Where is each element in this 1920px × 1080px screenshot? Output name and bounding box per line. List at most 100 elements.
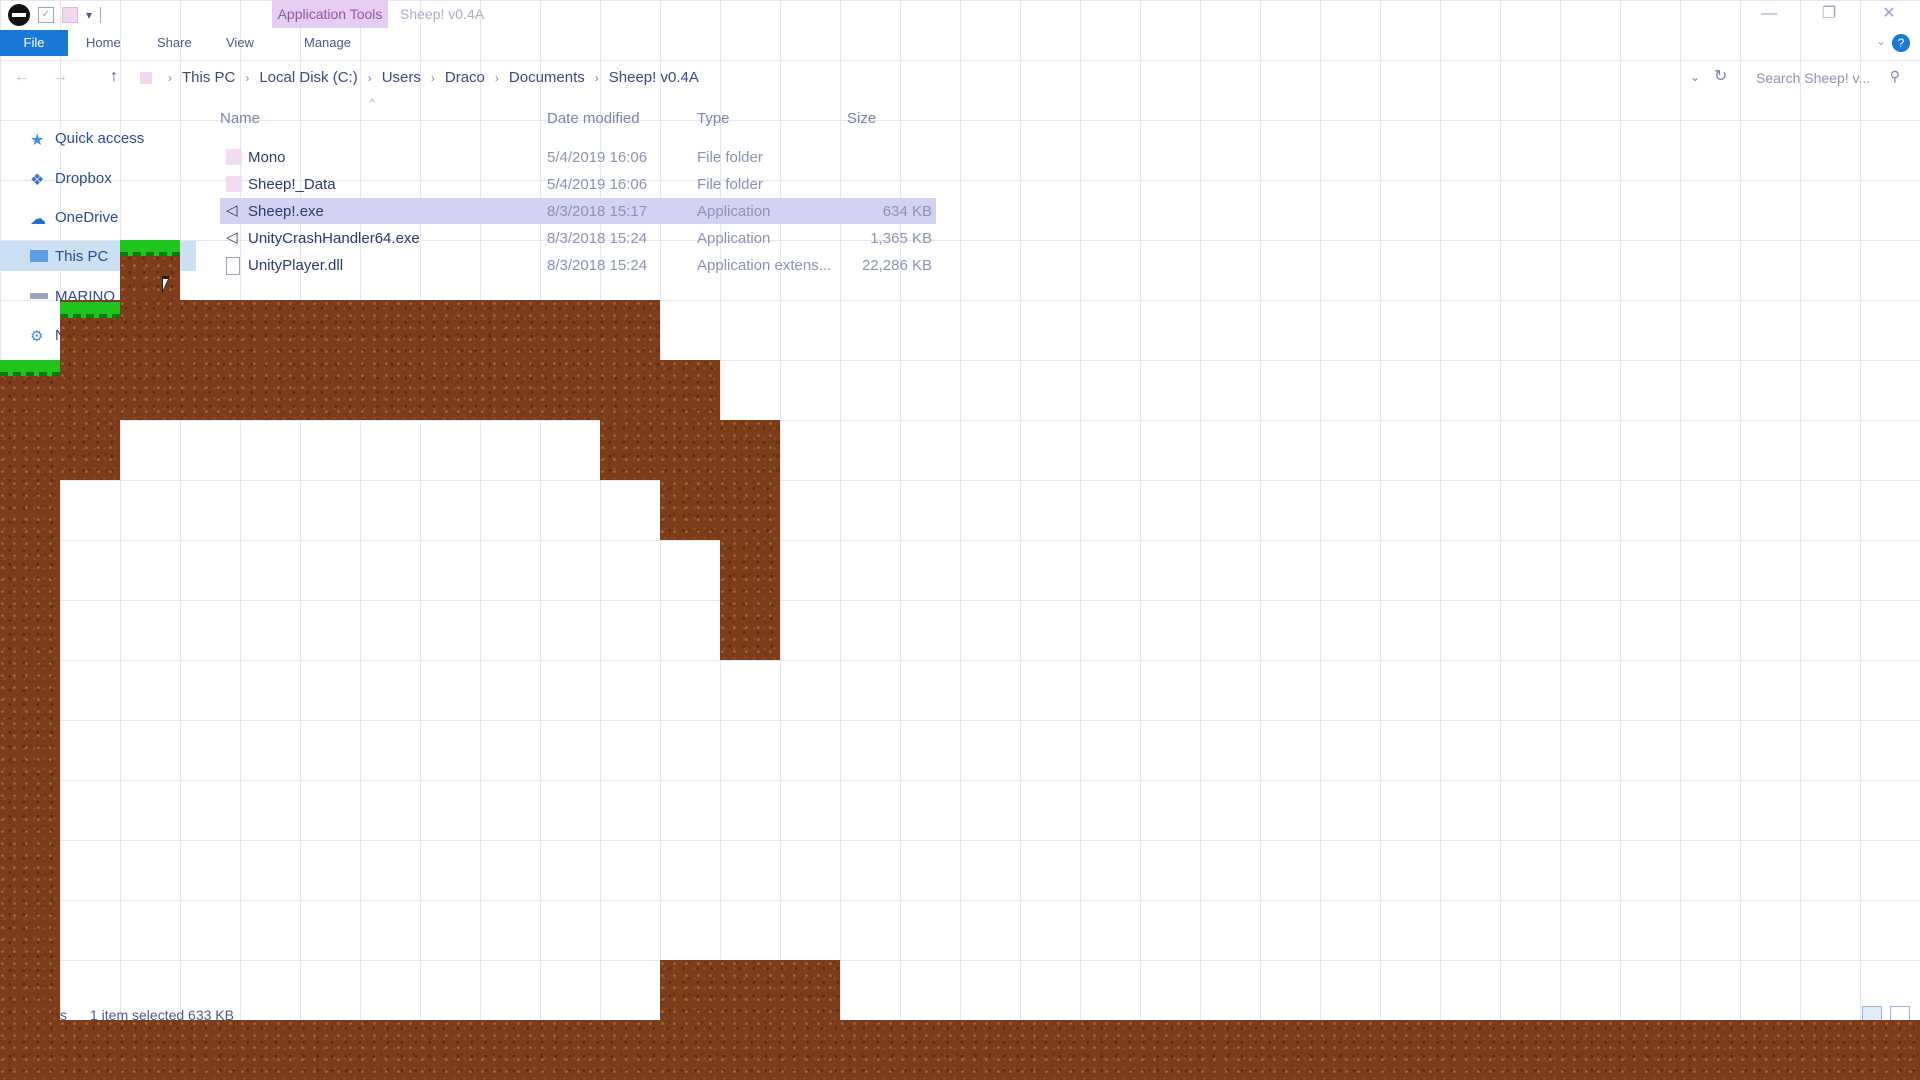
file-type: Application extens... [697, 257, 832, 274]
search-placeholder: Search Sheep! v... [1756, 70, 1871, 86]
file-type: Application [697, 230, 771, 247]
refresh-button[interactable]: ↻ [1714, 66, 1727, 86]
sort-indicator-icon: ^ [370, 98, 375, 109]
qat-dropdown-icon[interactable]: ▾ [86, 8, 92, 22]
folder-icon [226, 176, 242, 192]
details-view-button[interactable] [1862, 1006, 1882, 1024]
nav-item-label: N [55, 326, 66, 344]
breadcrumb-this-pc[interactable]: This PC [182, 69, 235, 86]
file-type: File folder [697, 149, 763, 166]
tab-share[interactable]: Share [143, 30, 206, 56]
column-headers: Name Date modified Type Size [220, 110, 940, 134]
new-folder-icon[interactable] [62, 7, 78, 23]
maximize-button[interactable]: ❐ [1806, 0, 1852, 28]
window-title: Sheep! v0.4A [400, 6, 485, 22]
file-row[interactable]: UnityPlayer.dll 8/3/2018 15:24 Applicati… [220, 252, 936, 278]
nav-item-onedrive[interactable]: ☁ OneDrive [0, 202, 196, 232]
nav-item-label: Quick access [55, 129, 145, 147]
file-size: 634 KB [882, 203, 932, 220]
breadcrumb-separator[interactable]: › [368, 71, 372, 85]
tab-manage[interactable]: Manage [290, 30, 365, 56]
properties-check-icon[interactable]: ✓ [38, 7, 54, 23]
back-button[interactable]: ← [14, 68, 30, 86]
file-date: 5/4/2019 16:06 [547, 176, 648, 193]
unity-app-icon: ◁ [226, 229, 238, 246]
breadcrumb-users[interactable]: Users [382, 69, 421, 86]
network-icon: ⚙ [30, 328, 44, 345]
file-name: UnityPlayer.dll [248, 257, 344, 274]
app-icon[interactable] [8, 4, 30, 26]
folder-icon [226, 149, 242, 165]
breadcrumb-separator[interactable]: › [495, 71, 499, 85]
breadcrumb-separator[interactable]: › [431, 71, 435, 85]
ribbon-tabs: File Home Share View Manage [0, 30, 1920, 56]
close-button[interactable]: ✕ [1866, 0, 1912, 28]
nav-item-label: MARINO [55, 287, 115, 305]
cloud-icon: ☁ [30, 211, 46, 228]
nav-item-label: This PC [55, 247, 109, 265]
nav-item-network[interactable]: ⚙ N [0, 320, 196, 350]
tab-home[interactable]: Home [72, 30, 135, 56]
file-size: 22,286 KB [861, 257, 932, 274]
file-row[interactable]: Mono 5/4/2019 16:06 File folder [220, 144, 936, 170]
search-input[interactable]: Search Sheep! v... ⚲ [1748, 64, 1906, 92]
column-header-date[interactable]: Date modified [547, 110, 640, 127]
quick-access-toolbar: ✓ ▾ [8, 4, 102, 26]
column-header-type[interactable]: Type [697, 110, 730, 127]
file-row[interactable]: Sheep!_Data 5/4/2019 16:06 File folder [220, 171, 936, 197]
search-icon: ⚲ [1889, 68, 1900, 84]
file-explorer-window: ✓ ▾ Application Tools Sheep! v0.4A — ❐ ✕… [0, 0, 1920, 1080]
file-row[interactable]: ◁ UnityCrashHandler64.exe 8/3/2018 15:24… [220, 225, 936, 251]
file-size: 1,365 KB [870, 230, 932, 247]
nav-item-label: Dropbox [55, 169, 112, 187]
status-bar: s 1 item selected 633 KB [0, 1002, 1920, 1028]
address-dropdown-icon[interactable]: ⌄ [1690, 70, 1700, 84]
file-name: UnityCrashHandler64.exe [248, 230, 420, 247]
unity-app-icon: ◁ [226, 202, 238, 219]
file-type: Application [697, 203, 771, 220]
breadcrumb-separator[interactable]: › [168, 71, 172, 85]
column-header-size[interactable]: Size [847, 110, 876, 127]
tab-file[interactable]: File [0, 30, 68, 56]
dropbox-icon: ❖ [30, 172, 45, 189]
help-icon[interactable]: ? [1892, 34, 1910, 52]
minimize-button[interactable]: — [1746, 0, 1792, 28]
file-name: Sheep!_Data [248, 176, 336, 193]
address-bar: ← → ↑ › This PC › Local Disk (C:) › User… [0, 62, 1920, 94]
file-date: 8/3/2018 15:24 [547, 230, 648, 247]
nav-item-dropbox[interactable]: ❖ Dropbox [0, 163, 196, 193]
breadcrumb-draco[interactable]: Draco [445, 69, 485, 86]
computer-icon [30, 250, 48, 262]
drive-icon [30, 293, 48, 299]
file-date: 5/4/2019 16:06 [547, 149, 648, 166]
file-date: 8/3/2018 15:24 [547, 257, 648, 274]
breadcrumb-separator[interactable]: › [595, 71, 599, 85]
nav-item-quick-access[interactable]: ★ Quick access [0, 123, 196, 153]
nav-item-label: OneDrive [55, 208, 119, 226]
breadcrumb: › This PC › Local Disk (C:) › Users › Dr… [140, 69, 699, 86]
breadcrumb-separator[interactable]: › [245, 71, 249, 85]
nav-item-this-pc[interactable]: This PC [0, 241, 196, 271]
dll-file-icon [226, 257, 240, 275]
breadcrumb-folder-icon [140, 71, 152, 84]
tab-view[interactable]: View [212, 30, 268, 56]
file-row-selected[interactable]: ◁ Sheep!.exe 8/3/2018 15:17 Application … [220, 198, 936, 224]
file-type: File folder [697, 176, 763, 193]
breadcrumb-sheep[interactable]: Sheep! v0.4A [609, 69, 699, 86]
status-item-count: s [60, 1007, 67, 1023]
file-name: Sheep!.exe [248, 203, 324, 220]
column-header-name[interactable]: Name [220, 110, 260, 127]
forward-button[interactable]: → [52, 68, 68, 86]
qat-separator [100, 7, 102, 23]
star-icon: ★ [30, 132, 45, 149]
up-button[interactable]: ↑ [110, 68, 118, 86]
breadcrumb-documents[interactable]: Documents [509, 69, 585, 86]
ribbon-collapse-icon[interactable]: ⌄ [1876, 34, 1886, 48]
title-bar: ✓ ▾ Application Tools Sheep! v0.4A — ❐ ✕ [0, 0, 1920, 30]
breadcrumb-local-disk[interactable]: Local Disk (C:) [259, 69, 357, 86]
status-selection: 1 item selected 633 KB [90, 1007, 234, 1023]
context-tab-application-tools[interactable]: Application Tools [272, 0, 388, 28]
large-icons-view-button[interactable] [1890, 1006, 1910, 1024]
file-name: Mono [248, 149, 286, 166]
file-date: 8/3/2018 15:17 [547, 203, 648, 220]
